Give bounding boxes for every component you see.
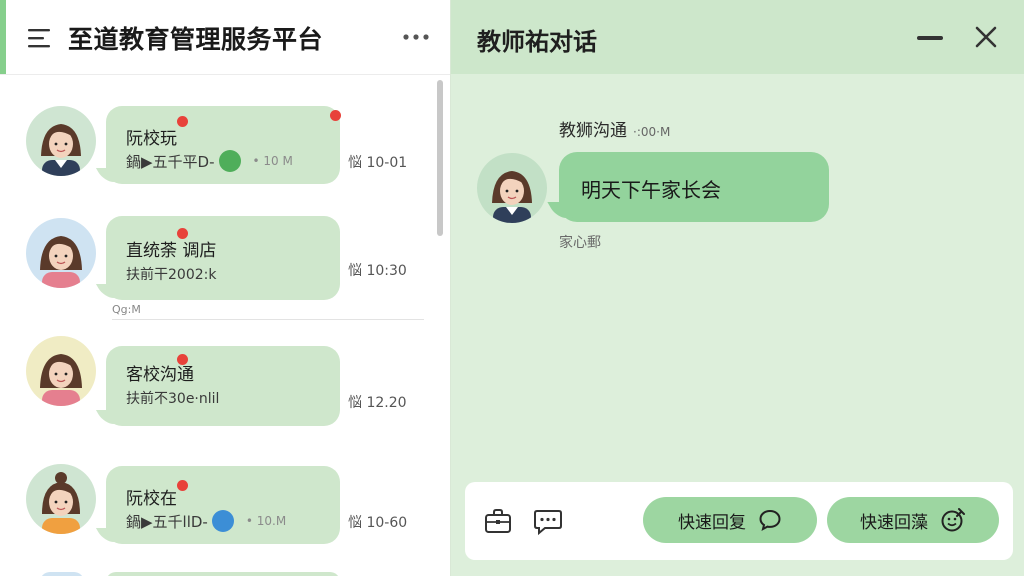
chat-item-name: 直统荼 调店	[126, 241, 217, 261]
emoji-icon	[941, 508, 965, 532]
chat-item-time: 悩 10-01	[348, 155, 408, 171]
conversation-header: 教师祐对话	[451, 0, 1024, 74]
avatar	[26, 464, 96, 534]
chat-list-item[interactable]: 直统荼 调店 扶前干2002:k 悩 10:30	[0, 212, 432, 312]
avatar	[26, 218, 96, 288]
speech-bubble-icon	[759, 509, 781, 531]
quick-reply-button[interactable]: 快速回复	[643, 497, 817, 543]
leaf-badge-icon	[218, 150, 241, 172]
star-badge-icon	[211, 510, 234, 532]
quick-reply-button-2[interactable]: 快速回藻	[827, 497, 999, 543]
message-bubble: 明天下午家长会	[559, 152, 829, 222]
chat-item-bubble: 直统荼 调店 扶前干2002:k	[106, 216, 340, 300]
divider	[112, 319, 424, 320]
chat-item-preview-text: 鍋▶五千平D-	[126, 152, 215, 171]
message-status: 家心郵	[559, 235, 601, 251]
chat-item-time: 悩 10-60	[348, 515, 408, 531]
sender-avatar	[477, 153, 547, 223]
unread-dot	[177, 354, 188, 365]
unread-dot	[330, 110, 341, 121]
chat-item-meta: • 10 M	[252, 154, 293, 168]
chat-item-preview-text: 扶前不30e·nlil	[126, 391, 220, 407]
avatar	[40, 572, 84, 576]
hamburger-menu-icon[interactable]	[28, 28, 52, 48]
message-text: 明天下午家长会	[581, 178, 721, 202]
chat-item-bubble: 客校沟通 扶前不30e·nlil	[106, 346, 340, 426]
avatar	[26, 336, 96, 406]
chat-item-preview: 鍋▶五千平D- • 10 M	[126, 150, 293, 172]
chat-item-preview-text: 扶前干2002:k	[126, 267, 217, 283]
accent-bar	[0, 0, 6, 74]
chat-item-preview: 扶前不30e·nlil	[126, 388, 219, 408]
chat-item-preview-text: 鍋▶五千llD-	[126, 512, 208, 531]
minimize-icon[interactable]	[917, 36, 943, 40]
quick-reply-label: 快速回藻	[860, 512, 928, 533]
sub-meta-text: Qg:M	[112, 303, 141, 316]
chat-item-time: 悩 10:30	[348, 263, 407, 279]
message-time: ·:00·M	[633, 125, 671, 139]
conversation-panel: 教师祐对话 教狮沟通 ·:00·M 明天下午家长会 家心郵 快速回复 快速回藻	[450, 0, 1024, 576]
quick-reply-label: 快速回复	[678, 512, 746, 533]
chat-list-panel: 至道教育管理服务平台 阮校玩 鍋▶五千平D- • 10 M 悩 10-01 直统…	[0, 0, 450, 576]
briefcase-icon[interactable]	[483, 506, 513, 536]
chat-item-preview: 扶前干2002:k	[126, 264, 216, 284]
scrollbar[interactable]	[437, 80, 443, 236]
chat-item-bubble: 阮校玩 鍋▶五千平D- • 10 M	[106, 106, 340, 184]
chat-item-name: 阮校玩	[126, 129, 177, 149]
chat-item-bubble	[106, 572, 340, 576]
chat-list-item[interactable]: 客校沟通 扶前不30e·nlil 悩 12.20	[0, 336, 432, 436]
more-options-icon[interactable]	[402, 29, 430, 43]
chat-item-time: 悩 12.20	[348, 395, 407, 411]
chat-item-preview: 鍋▶五千llD- • 10.M	[126, 510, 286, 532]
unread-dot	[177, 116, 188, 127]
close-icon[interactable]	[975, 26, 997, 48]
unread-dot	[177, 228, 188, 239]
avatar	[26, 106, 96, 176]
chat-item-name: 阮校在	[126, 489, 177, 509]
chat-item-bubble: 阮校在 鍋▶五千llD- • 10.M	[106, 466, 340, 544]
message-sender: 教狮沟通 ·:00·M	[559, 116, 670, 141]
chat-icon[interactable]	[533, 506, 563, 536]
sender-name: 教狮沟通	[559, 121, 627, 141]
chat-list-item[interactable]: 阮校在 鍋▶五千llD- • 10.M 悩 10-60	[0, 460, 432, 560]
input-toolbar: 快速回复 快速回藻	[465, 482, 1013, 560]
unread-dot	[177, 480, 188, 491]
chat-item-meta: • 10.M	[245, 514, 287, 528]
conversation-title: 教师祐对话	[477, 28, 597, 56]
app-title: 至道教育管理服务平台	[68, 25, 324, 54]
chat-list-item[interactable]: 阮校玩 鍋▶五千平D- • 10 M 悩 10-01	[0, 100, 432, 200]
